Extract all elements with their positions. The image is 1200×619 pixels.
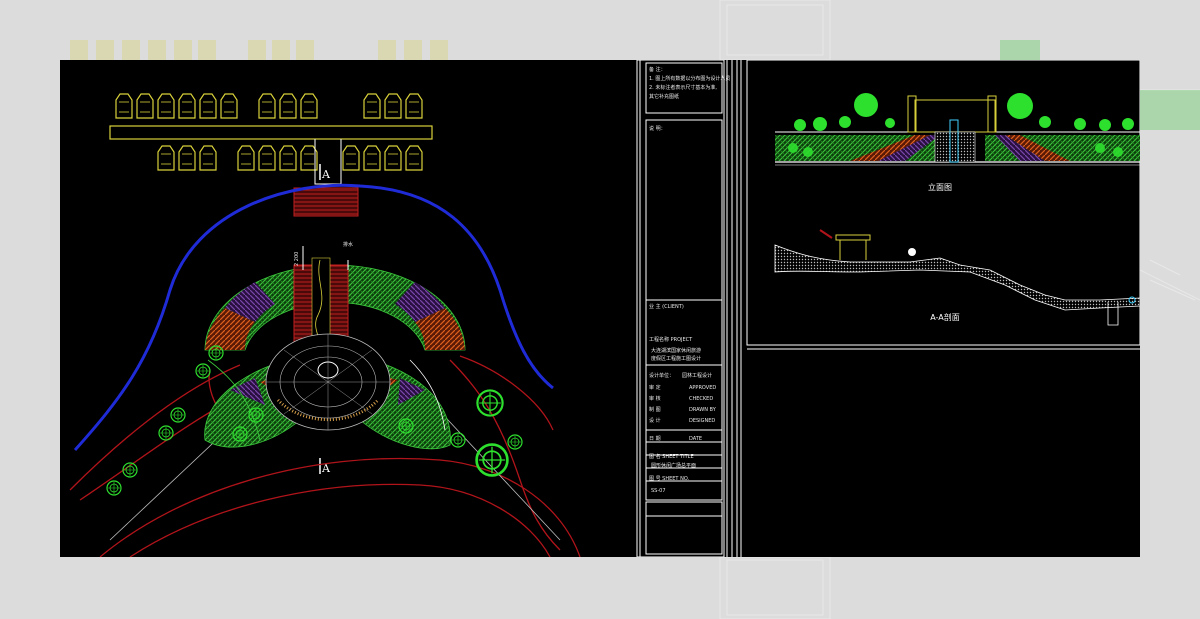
design-unit-label: 设计单位： xyxy=(649,372,674,379)
notes-line: 2. 未标注者表示尺寸基本为准, xyxy=(649,84,717,91)
staff-code: DESIGNED xyxy=(689,418,715,424)
project-name-line: 大连湖滨国家休闲旅游 xyxy=(651,347,701,354)
notes-line: 1. 图上所有数据以分布图为设计人员 xyxy=(649,75,730,82)
elevation-caption: 立面图 xyxy=(928,182,952,192)
elevation-drawing: 立面图 xyxy=(775,93,1140,192)
staff-code: DATE xyxy=(689,436,702,442)
site-plan: A A 2 200 排水 xyxy=(69,93,581,557)
section-caption: A-A剖面 xyxy=(930,312,959,322)
section-drawing: A-A剖面 xyxy=(774,229,1140,326)
cad-canvas: A A 2 200 排水 备 注： 1. 图上所有数据以分布图为设计人员 2. … xyxy=(69,60,1140,557)
staff-code: CHECKED xyxy=(689,396,713,402)
drain-label: 排水 xyxy=(343,241,353,248)
project-name-line: 度假区工程施工图设计 xyxy=(651,355,701,362)
parking-lot xyxy=(109,93,433,185)
dimension-label: 2 200 xyxy=(294,252,300,266)
sheet-title-value: 圆形休闲广场总平面 xyxy=(651,462,696,469)
design-unit-value: 园林工程设计 xyxy=(682,372,712,379)
central-plaza xyxy=(204,333,451,450)
cad-drawing-sheet: A A 2 200 排水 备 注： 1. 图上所有数据以分布图为设计人员 2. … xyxy=(60,60,1140,557)
sheet-no-label: 图 号 SHEET NO. xyxy=(649,476,690,482)
staff-code: DRAWN BY xyxy=(689,407,717,413)
notes-line: 其它补充图纸 xyxy=(649,93,679,100)
staff-role: 审 定 xyxy=(649,384,661,391)
sheet-title-label: 图 名 SHEET TITLE xyxy=(649,453,694,460)
staff-role: 审 核 xyxy=(649,395,661,402)
staff-code: APPROVED xyxy=(689,385,716,391)
staff-role: 设 计 xyxy=(649,417,661,424)
staff-role: 日 期 xyxy=(649,436,661,442)
staff-role: 制 图 xyxy=(649,406,661,413)
entrance-steps xyxy=(293,187,359,217)
client-label: 业 主 (CLIENT) xyxy=(649,303,684,310)
section-mark-top: A xyxy=(321,168,331,181)
remarks-header: 说 明： xyxy=(649,125,666,132)
project-label: 工程名称 PROJECT xyxy=(649,336,693,343)
sheet-no-value: SS-07 xyxy=(651,488,666,494)
notes-header: 备 注： xyxy=(649,66,666,73)
